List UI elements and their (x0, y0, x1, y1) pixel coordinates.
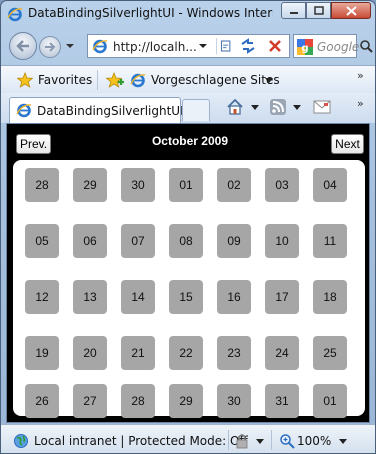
address-url: http://localh... (113, 40, 197, 54)
ie-icon (7, 7, 23, 22)
zoom-level[interactable]: 100% (297, 434, 331, 448)
calendar-day[interactable]: 16 (217, 280, 251, 314)
calendar-day[interactable]: 10 (265, 224, 299, 258)
globe-icon (14, 434, 28, 448)
window-title: DataBindingSilverlightUI - Windows Inter… (28, 6, 273, 20)
ie-icon (16, 103, 32, 118)
tab-databinding[interactable]: DataBindingSilverlightUI (9, 97, 184, 123)
calendar-day[interactable]: 29 (169, 384, 203, 418)
favorites-bar: Favorites Vorgeschlagene Sites » (1, 65, 375, 93)
search-placeholder: Google (317, 40, 360, 54)
ie-icon (92, 39, 108, 54)
calendar-day[interactable]: 22 (169, 336, 203, 370)
next-month-button[interactable]: Next (331, 134, 364, 154)
silverlight-calendar: Prev. October 2009 Next 28 29 30 01 02 03 04 05… (6, 123, 370, 423)
divider (271, 430, 272, 450)
home-icon[interactable] (226, 98, 244, 116)
calendar-day[interactable]: 03 (265, 168, 299, 202)
calendar-day[interactable]: 13 (73, 280, 107, 314)
chevron-down-icon[interactable] (256, 439, 264, 445)
close-button[interactable] (331, 2, 371, 19)
calendar-day[interactable]: 01 (169, 168, 203, 202)
status-bar: Local intranet | Protected Mode: Off 100… (1, 424, 375, 453)
calendar-day[interactable]: 08 (169, 224, 203, 258)
forward-icon (45, 42, 56, 52)
back-icon (16, 40, 29, 52)
tab-row: DataBindingSilverlightUI » (1, 93, 375, 123)
chevron-down-icon[interactable] (251, 105, 259, 111)
address-bar[interactable]: http://localh... (87, 34, 290, 58)
google-icon: g (297, 39, 313, 55)
recent-pages-dropdown[interactable] (65, 41, 75, 51)
calendar-day[interactable]: 14 (121, 280, 155, 314)
divider (97, 70, 98, 90)
favorites-overflow-button[interactable]: » (357, 69, 364, 82)
favorites-button[interactable]: Favorites (38, 73, 92, 87)
toolbar-overflow-button[interactable]: » (357, 97, 364, 110)
calendar-day[interactable]: 05 (25, 224, 59, 258)
calendar-day[interactable]: 30 (121, 168, 155, 202)
chevron-down-icon[interactable] (265, 78, 273, 84)
calendar-day[interactable]: 31 (265, 384, 299, 418)
calendar-grid: 28 29 30 01 02 03 04 05 06 07 08 09 10 11 12 13 14 15 16 17… (13, 160, 365, 418)
feeds-icon[interactable] (270, 99, 286, 115)
calendar-day[interactable]: 17 (265, 280, 299, 314)
calendar-day[interactable]: 07 (121, 224, 155, 258)
calendar-day[interactable]: 30 (217, 384, 251, 418)
new-tab-button[interactable] (182, 99, 210, 121)
calendar-day[interactable]: 29 (73, 168, 107, 202)
back-button[interactable] (9, 32, 37, 60)
compatibility-view-icon[interactable] (216, 38, 234, 54)
calendar-day[interactable]: 06 (73, 224, 107, 258)
calendar-day[interactable]: 01 (313, 384, 347, 418)
maximize-button[interactable] (306, 2, 331, 19)
read-mail-icon[interactable] (313, 100, 331, 114)
minimize-icon (289, 11, 298, 14)
calendar-day[interactable]: 18 (313, 280, 347, 314)
minimize-button[interactable] (281, 2, 306, 19)
ie-icon (130, 73, 146, 88)
search-input[interactable]: g Google (293, 34, 360, 58)
chevron-down-icon[interactable] (293, 105, 301, 111)
calendar-day[interactable]: 27 (73, 384, 107, 418)
calendar-day[interactable]: 11 (313, 224, 347, 258)
divider (228, 430, 229, 450)
calendar-day[interactable]: 25 (313, 336, 347, 370)
prev-month-button[interactable]: Prev. (16, 134, 51, 154)
calendar-day[interactable]: 15 (169, 280, 203, 314)
calendar-day[interactable]: 04 (313, 168, 347, 202)
svg-text:g: g (301, 43, 308, 54)
search-icon[interactable] (359, 38, 373, 54)
add-favorites-icon[interactable] (106, 72, 124, 88)
refresh-icon[interactable] (239, 38, 257, 54)
favorites-star-icon[interactable] (17, 72, 33, 88)
calendar-day[interactable]: 12 (25, 280, 59, 314)
security-zone-text[interactable]: Local intranet | Protected Mode: Off (34, 434, 248, 448)
calendar-day[interactable]: 09 (217, 224, 251, 258)
calendar-day[interactable]: 02 (217, 168, 251, 202)
close-icon (345, 5, 357, 16)
calendar-day[interactable]: 23 (217, 336, 251, 370)
calendar-day[interactable]: 28 (121, 384, 155, 418)
address-dropdown[interactable] (198, 42, 208, 50)
zoom-icon[interactable] (279, 433, 295, 449)
stop-icon[interactable] (266, 38, 284, 54)
calendar-day[interactable]: 21 (121, 336, 155, 370)
calendar-day[interactable]: 28 (25, 168, 59, 202)
suggested-sites-button[interactable]: Vorgeschlagene Sites (151, 73, 280, 87)
maximize-icon (313, 6, 324, 15)
chevron-down-icon[interactable] (339, 439, 347, 445)
forward-button[interactable] (39, 36, 61, 58)
calendar-day[interactable]: 20 (73, 336, 107, 370)
tab-label: DataBindingSilverlightUI (37, 104, 184, 118)
browser-window: DataBindingSilverlightUI - Windows Inter… (0, 0, 376, 454)
lock-icon[interactable] (233, 433, 251, 449)
title-bar: DataBindingSilverlightUI - Windows Inter… (1, 1, 375, 25)
calendar-day[interactable]: 26 (25, 384, 59, 418)
calendar-day[interactable]: 19 (25, 336, 59, 370)
month-title: October 2009 (151, 134, 229, 148)
calendar-day[interactable]: 24 (265, 336, 299, 370)
